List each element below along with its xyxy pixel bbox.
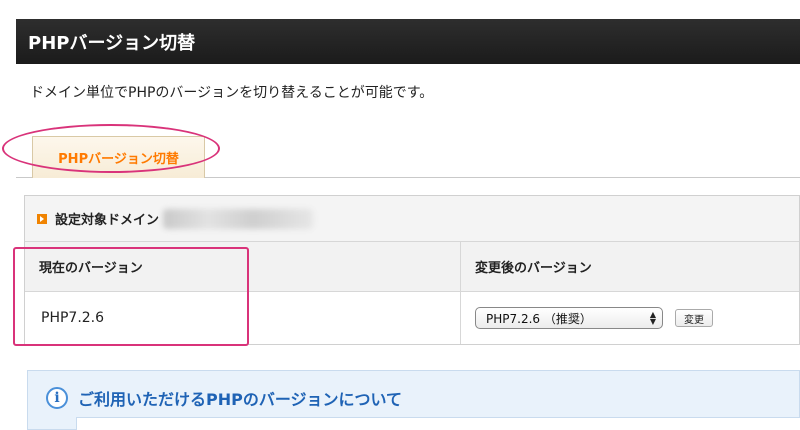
new-version-controls: PHP7.2.6 （推奨） ▲ ▼ 変更 — [461, 292, 799, 344]
info-body — [76, 417, 800, 430]
target-domain-row: 設定対象ドメイン — [25, 196, 799, 242]
current-version-header: 現在のバージョン — [25, 242, 460, 292]
tab-php-version-switch[interactable]: PHPバージョン切替 — [32, 136, 205, 178]
version-select-value: PHP7.2.6 （推奨） — [486, 311, 592, 326]
current-version-column: 現在のバージョン PHP7.2.6 — [25, 242, 461, 344]
new-version-column: 変更後のバージョン PHP7.2.6 （推奨） ▲ ▼ 変更 — [461, 242, 799, 344]
info-title[interactable]: ご利用いただけるPHPのバージョンについて — [78, 386, 402, 410]
tab-label: PHPバージョン切替 — [58, 152, 179, 167]
version-table: 現在のバージョン PHP7.2.6 変更後のバージョン PHP7.2.6 （推奨… — [25, 242, 799, 344]
version-select[interactable]: PHP7.2.6 （推奨） ▲ ▼ — [475, 307, 663, 329]
settings-panel: 設定対象ドメイン 現在のバージョン PHP7.2.6 変更後のバージョン PHP… — [24, 195, 800, 345]
tab-bar: PHPバージョン切替 — [16, 132, 800, 178]
orange-arrow-bullet-icon — [37, 213, 47, 224]
info-icon: i — [46, 387, 68, 409]
page-header: PHPバージョン切替 — [16, 19, 800, 64]
target-domain-label: 設定対象ドメイン — [55, 213, 160, 228]
change-button[interactable]: 変更 — [675, 309, 713, 327]
change-button-label: 変更 — [684, 314, 704, 326]
select-arrows-icon: ▲ ▼ — [649, 310, 656, 326]
redacted-domain — [163, 208, 314, 229]
page-title: PHPバージョン切替 — [28, 32, 196, 54]
new-version-header: 変更後のバージョン — [461, 242, 799, 292]
page-description: ドメイン単位でPHPのバージョンを切り替えることが可能です。 — [30, 85, 434, 101]
current-version-value: PHP7.2.6 — [41, 310, 105, 326]
info-box: i ご利用いただけるPHPのバージョンについて — [27, 370, 800, 430]
